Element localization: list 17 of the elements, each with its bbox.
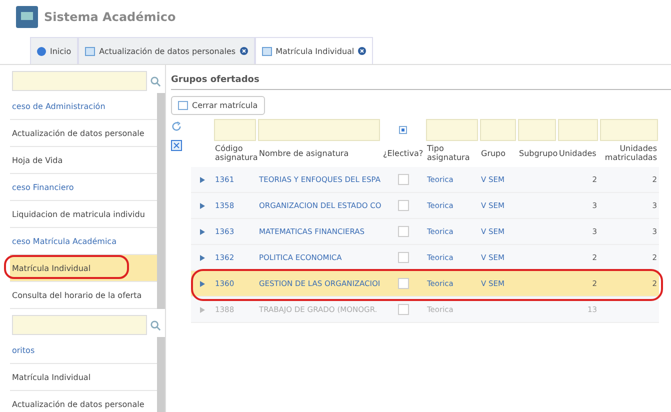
column-header[interactable]: Código asignatura xyxy=(213,141,257,167)
app-title: Sistema Académico xyxy=(44,10,176,24)
column-header[interactable]: ¿Electiva? xyxy=(381,141,425,167)
section-title: Grupos ofertados xyxy=(171,75,671,90)
tab-label: Matrícula Individual xyxy=(276,46,354,56)
column-header[interactable]: Nombre de asignatura xyxy=(257,141,381,167)
column-header[interactable]: Tipo asignatura xyxy=(425,141,479,167)
column-header[interactable]: Unidades xyxy=(557,141,599,167)
tab-label: Inicio xyxy=(50,46,72,56)
tab[interactable]: Actualización de datos personales xyxy=(78,37,255,64)
column-header[interactable]: Grupo xyxy=(479,141,517,167)
close-enrollment-button[interactable]: Cerrar matrícula xyxy=(171,96,265,115)
column-header[interactable]: Subgrupo xyxy=(517,141,557,167)
tab-label: Actualización de datos personales xyxy=(99,46,236,56)
tab[interactable]: Inicio xyxy=(30,37,78,64)
tab[interactable]: Matrícula Individual xyxy=(254,37,374,64)
column-header[interactable]: Unidades matriculadas xyxy=(599,141,659,167)
